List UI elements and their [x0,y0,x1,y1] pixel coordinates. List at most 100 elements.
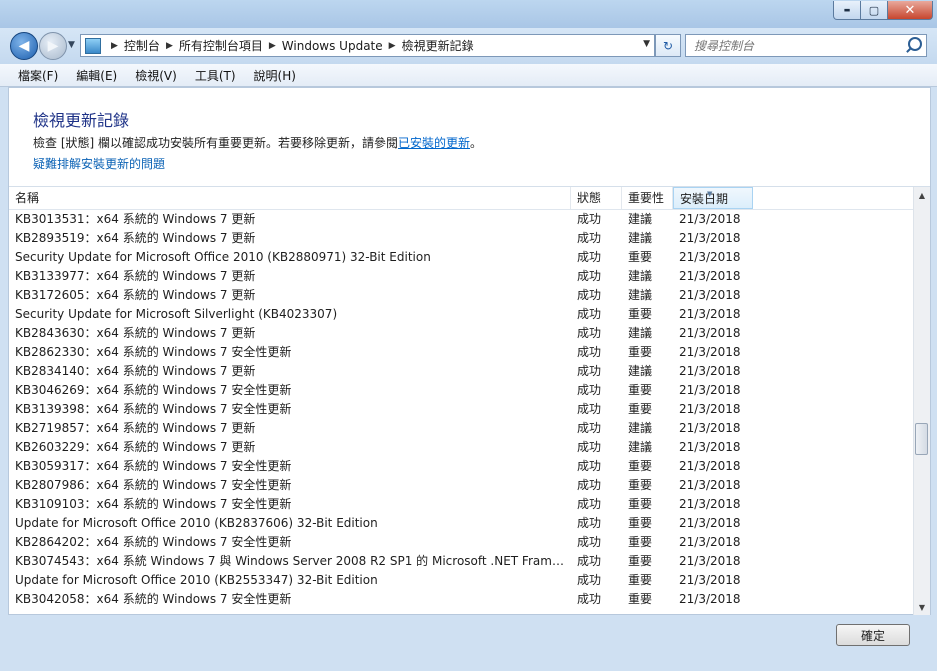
breadcrumb-view-history[interactable]: 檢視更新記錄 [402,37,474,54]
status-cell: 成功 [577,383,602,397]
column-header-name[interactable]: 名稱 [9,187,571,209]
table-row[interactable]: KB2719857：x64 系統的 Windows 7 更新 成功 建議 21/3/2… [9,419,914,438]
importance-cell: 重要 [628,307,653,321]
table-row[interactable]: KB3172605：x64 系統的 Windows 7 更新 成功 建議 21/3/2… [9,286,914,305]
update-name-cell: KB3013531：x64 系統的 Windows 7 更新 [15,212,256,226]
breadcrumb-control-panel[interactable]: 控制台 [124,37,160,54]
update-name-cell: KB3059317：x64 系統的 Windows 7 安全性更新 [15,459,292,473]
table-row[interactable]: Update for Microsoft Office 2010 (KB2553… [9,571,914,590]
list-rows: KB3013531：x64 系統的 Windows 7 更新 成功 建議 21/3/2… [9,210,914,615]
table-row[interactable]: KB3109103：x64 系統的 Windows 7 安全性更新 成功 重要 21/… [9,495,914,514]
breadcrumb-separator-icon[interactable]: ▶ [111,41,118,51]
importance-cell: 建議 [628,421,653,435]
status-cell: 成功 [577,497,602,511]
scrollbar-thumb[interactable] [915,423,928,455]
column-header-label: 重要性 [628,191,665,205]
status-cell: 成功 [577,307,602,321]
column-header-label: 狀態 [577,191,602,205]
status-cell: 成功 [577,212,602,226]
page-title: 檢視更新記錄 [33,111,130,130]
installed-updates-link[interactable]: 已安裝的更新 [398,136,470,150]
maximize-button[interactable]: ▢ [861,1,888,20]
update-name-cell: KB3074543：x64 系統 Windows 7 與 Windows Ser… [15,554,567,568]
breadcrumb: ▶ 控制台 ▶ 所有控制台項目 ▶ Windows Update ▶ 檢視更新記… [105,37,474,54]
search-box[interactable] [685,34,927,57]
table-row[interactable]: Security Update for Microsoft Silverligh… [9,305,914,324]
window-controls: ▬ ▢ ✕ [833,1,933,20]
recent-pages-dropdown[interactable]: ▼ [68,40,75,50]
menu-edit[interactable]: 編輯(E) [66,67,125,84]
search-icon[interactable] [908,37,922,51]
install-date-cell: 21/3/2018 [679,516,741,530]
update-name-cell: Security Update for Microsoft Office 201… [15,250,431,264]
minimize-button[interactable]: ▬ [833,1,861,20]
menu-file[interactable]: 檔案(F) [8,67,66,84]
scroll-up-button[interactable]: ▲ [914,187,930,203]
ok-button[interactable]: 確定 [836,624,910,646]
install-date-cell: 21/3/2018 [679,535,741,549]
install-date-cell: 21/3/2018 [679,250,741,264]
table-row[interactable]: KB3013531：x64 系統的 Windows 7 更新 成功 建議 21/3/2… [9,210,914,229]
breadcrumb-windows-update[interactable]: Windows Update [282,39,383,53]
menu-view[interactable]: 檢視(V) [125,67,185,84]
description-text: 檢查 [狀態] 欄以確認成功安裝所有重要更新。若要移除更新，請參閱 [33,136,398,150]
importance-cell: 建議 [628,440,653,454]
importance-cell: 重要 [628,459,653,473]
address-bar[interactable]: ▶ 控制台 ▶ 所有控制台項目 ▶ Windows Update ▶ 檢視更新記… [80,34,655,57]
status-cell: 成功 [577,516,602,530]
address-dropdown-icon[interactable]: ▼ [643,39,650,49]
table-row[interactable]: KB2843630：x64 系統的 Windows 7 更新 成功 建議 21/3/2… [9,324,914,343]
menu-help[interactable]: 說明(H) [244,67,304,84]
refresh-button[interactable]: ↻ [655,34,681,57]
search-input[interactable] [692,35,901,56]
importance-cell: 建議 [628,269,653,283]
menu-tools[interactable]: 工具(T) [185,67,244,84]
back-arrow-icon: ◀ [18,38,30,54]
table-row[interactable]: KB3139398：x64 系統的 Windows 7 安全性更新 成功 重要 21/… [9,400,914,419]
table-row[interactable]: KB3059317：x64 系統的 Windows 7 安全性更新 成功 重要 21/… [9,457,914,476]
install-date-cell: 21/3/2018 [679,592,741,606]
control-panel-icon [85,37,101,54]
update-name-cell: KB2862330：x64 系統的 Windows 7 安全性更新 [15,345,292,359]
close-button[interactable]: ✕ [888,1,933,20]
scroll-down-button[interactable]: ▼ [914,599,930,615]
install-date-cell: 21/3/2018 [679,497,741,511]
table-row[interactable]: KB3074543：x64 系統 Windows 7 與 Windows Ser… [9,552,914,571]
column-header-label: 安裝日期 [680,192,729,206]
column-header-label: 名稱 [15,191,40,205]
status-cell: 成功 [577,535,602,549]
breadcrumb-separator-icon[interactable]: ▶ [269,41,276,51]
troubleshoot-link[interactable]: 疑難排解安裝更新的問題 [33,155,165,172]
status-cell: 成功 [577,364,602,378]
column-header-date[interactable]: ▼ 安裝日期 [673,187,753,209]
table-row[interactable]: KB2864202：x64 系統的 Windows 7 安全性更新 成功 重要 21/… [9,533,914,552]
back-button[interactable]: ◀ [10,32,38,60]
column-header-status[interactable]: 狀態 [571,187,622,209]
importance-cell: 建議 [628,364,653,378]
table-row[interactable]: KB2807986：x64 系統的 Windows 7 安全性更新 成功 重要 21/… [9,476,914,495]
update-name-cell: KB3133977：x64 系統的 Windows 7 更新 [15,269,256,283]
install-date-cell: 21/3/2018 [679,421,741,435]
update-name-cell: KB2843630：x64 系統的 Windows 7 更新 [15,326,256,340]
window: ▬ ▢ ✕ ◀ ▶ ▼ ▶ 控制台 ▶ 所有控制台項目 ▶ Windows Up… [0,0,937,671]
breadcrumb-separator-icon[interactable]: ▶ [389,41,396,51]
table-row[interactable]: Update for Microsoft Office 2010 (KB2837… [9,514,914,533]
column-header-importance[interactable]: 重要性 [622,187,673,209]
importance-cell: 重要 [628,516,653,530]
table-row[interactable]: KB2834140：x64 系統的 Windows 7 更新 成功 建議 21/3/2… [9,362,914,381]
breadcrumb-all-items[interactable]: 所有控制台項目 [179,37,263,54]
table-row[interactable]: KB2893519：x64 系統的 Windows 7 更新 成功 建議 21/3/2… [9,229,914,248]
table-row[interactable]: KB3042058：x64 系統的 Windows 7 安全性更新 成功 重要 21/… [9,590,914,609]
table-row[interactable]: KB3046269：x64 系統的 Windows 7 安全性更新 成功 重要 21/… [9,381,914,400]
importance-cell: 建議 [628,231,653,245]
importance-cell: 重要 [628,592,653,606]
table-row[interactable]: KB2603229：x64 系統的 Windows 7 更新 成功 建議 21/3/2… [9,438,914,457]
table-row[interactable]: KB2862330：x64 系統的 Windows 7 安全性更新 成功 重要 21/… [9,343,914,362]
update-name-cell: KB2834140：x64 系統的 Windows 7 更新 [15,364,256,378]
install-date-cell: 21/3/2018 [679,364,741,378]
vertical-scrollbar[interactable]: ▲ ▼ [913,187,930,615]
table-row[interactable]: Security Update for Microsoft Office 201… [9,248,914,267]
breadcrumb-separator-icon[interactable]: ▶ [166,41,173,51]
forward-button[interactable]: ▶ [39,32,67,60]
table-row[interactable]: KB3133977：x64 系統的 Windows 7 更新 成功 建議 21/3/2… [9,267,914,286]
